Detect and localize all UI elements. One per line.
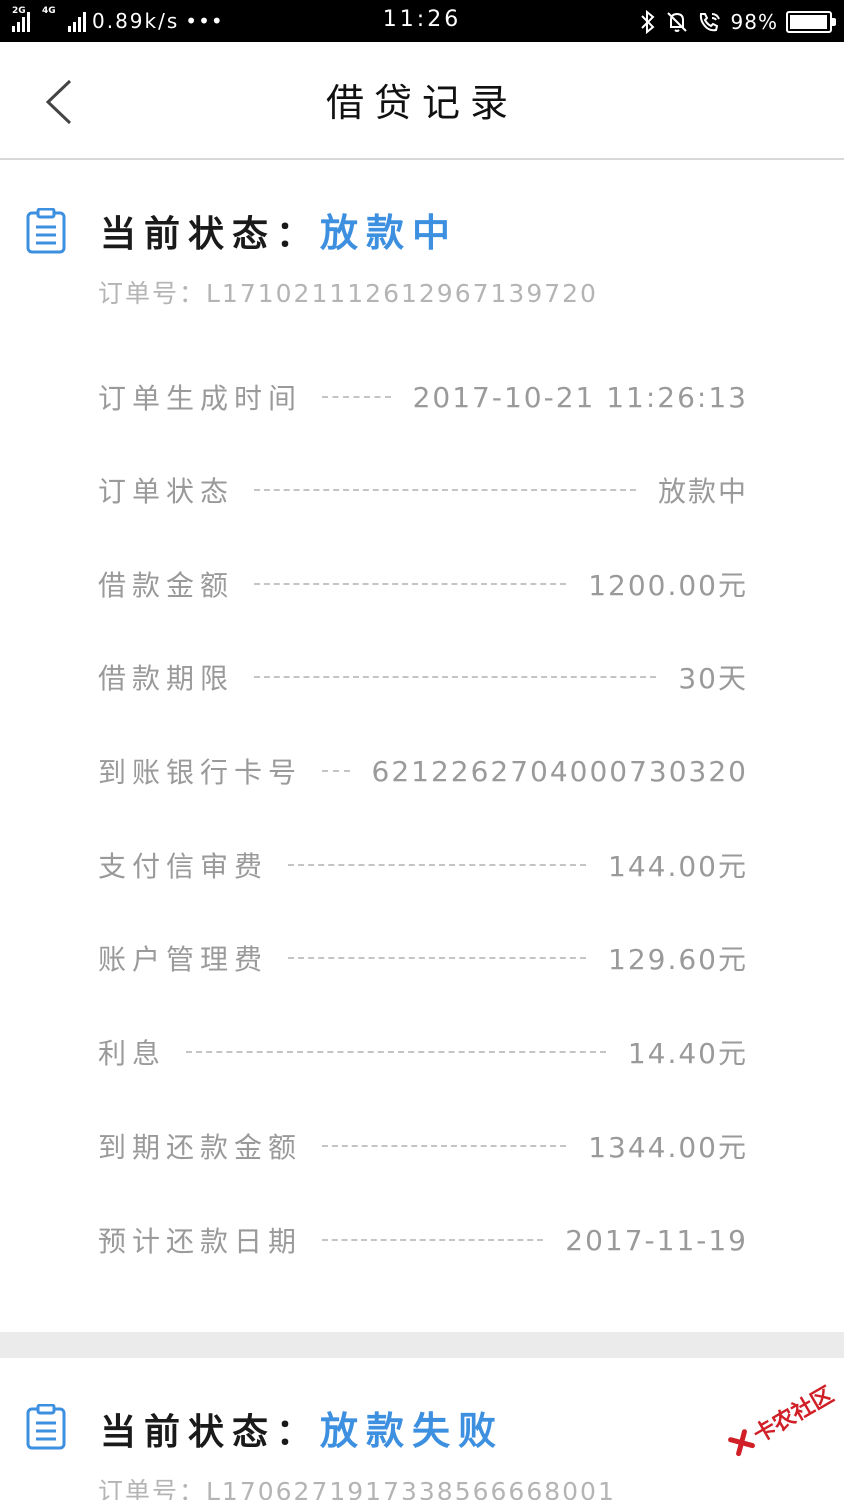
detail-value: 129.60元 [608, 943, 748, 976]
detail-value: 1200.00元 [588, 569, 748, 602]
detail-label: 账户管理费 [98, 943, 269, 976]
detail-row: 到期还款金额 1344.00元 [98, 1121, 748, 1171]
detail-value: 放款中 [657, 475, 748, 508]
battery-percent: 98% [730, 10, 778, 34]
status-value: 放款中 [320, 211, 459, 255]
detail-label: 利息 [98, 1037, 167, 1070]
order-number: 订单号：L1706271917338566668001 [98, 1477, 616, 1500]
detail-row: 预计还款日期 2017-11-19 [98, 1215, 748, 1265]
order-number: 订单号：L1710211126129671397​20 [98, 279, 598, 308]
detail-value: 14.40元 [627, 1037, 748, 1070]
status-line: 当前状态： 放款中 [100, 202, 458, 257]
status-label: 当前状态： [100, 214, 321, 255]
status-label: 当前状态： [100, 1412, 321, 1453]
detail-label: 到账银行卡号 [98, 756, 303, 789]
clipboard-icon [26, 1404, 66, 1450]
dotted-leader [288, 957, 587, 959]
detail-value: 2017-10-21 11:26:13 [412, 380, 748, 414]
detail-label: 订单生成时间 [98, 382, 303, 415]
dotted-leader [322, 1239, 544, 1241]
dotted-leader [254, 676, 657, 678]
clipboard-icon [26, 208, 66, 254]
dotted-leader [254, 583, 567, 585]
wifi-call-icon [699, 13, 720, 32]
detail-value: 6212262704000730320 [371, 754, 748, 788]
detail-row: 利息 14.40元 [98, 1027, 748, 1077]
dotted-leader [186, 1051, 606, 1053]
detail-row: 账户管理费 129.60元 [98, 933, 748, 983]
detail-label: 订单状态 [98, 475, 235, 508]
battery-fill [790, 15, 828, 29]
status-line: 当前状态： 放款失败 [100, 1400, 504, 1455]
status-right: 98% [639, 8, 836, 36]
status-value: 放款失败 [320, 1409, 505, 1453]
detail-row: 订单生成时间 2017-10-21 11:26:13 [98, 372, 748, 422]
dotted-leader [254, 489, 636, 491]
detail-row: 支付信审费 144.00元 [98, 840, 748, 890]
detail-label: 支付信审费 [98, 850, 269, 883]
detail-label: 预计还款日期 [98, 1225, 303, 1258]
detail-row: 订单状态 放款中 [98, 465, 748, 515]
detail-value: 1344.00元 [588, 1131, 748, 1164]
detail-row: 借款金额 1200.00元 [98, 559, 748, 609]
status-bar: 2G 4G 0.89k/s ••• 11:26 98% [0, 0, 844, 42]
loan-record-card[interactable]: 当前状态： 放款中 订单号：L1710211126129671397​20 订单… [0, 162, 844, 1332]
battery-icon [786, 11, 836, 33]
dotted-leader [322, 396, 391, 398]
detail-row: 到账银行卡号 6212262704000730320 [98, 746, 748, 796]
detail-value: 2017-11-19 [565, 1223, 748, 1257]
dotted-leader [322, 1145, 567, 1147]
section-divider [0, 1332, 844, 1358]
bluetooth-icon [640, 10, 655, 34]
bell-muted-icon [666, 12, 687, 32]
dotted-leader [322, 770, 350, 772]
nav-bar: 借贷记录 [0, 42, 844, 160]
detail-label: 到期还款金额 [98, 1131, 303, 1164]
detail-label: 借款期限 [98, 662, 235, 695]
detail-row: 借款期限 30天 [98, 652, 748, 702]
detail-value: 144.00元 [608, 850, 748, 883]
loan-record-card[interactable]: 当前状态： 放款失败 订单号：L1706271917338566668001 [0, 1358, 844, 1500]
detail-value: 30天 [678, 662, 748, 695]
page-title: 借贷记录 [325, 81, 518, 125]
dotted-leader [288, 864, 587, 866]
detail-label: 借款金额 [98, 569, 235, 602]
